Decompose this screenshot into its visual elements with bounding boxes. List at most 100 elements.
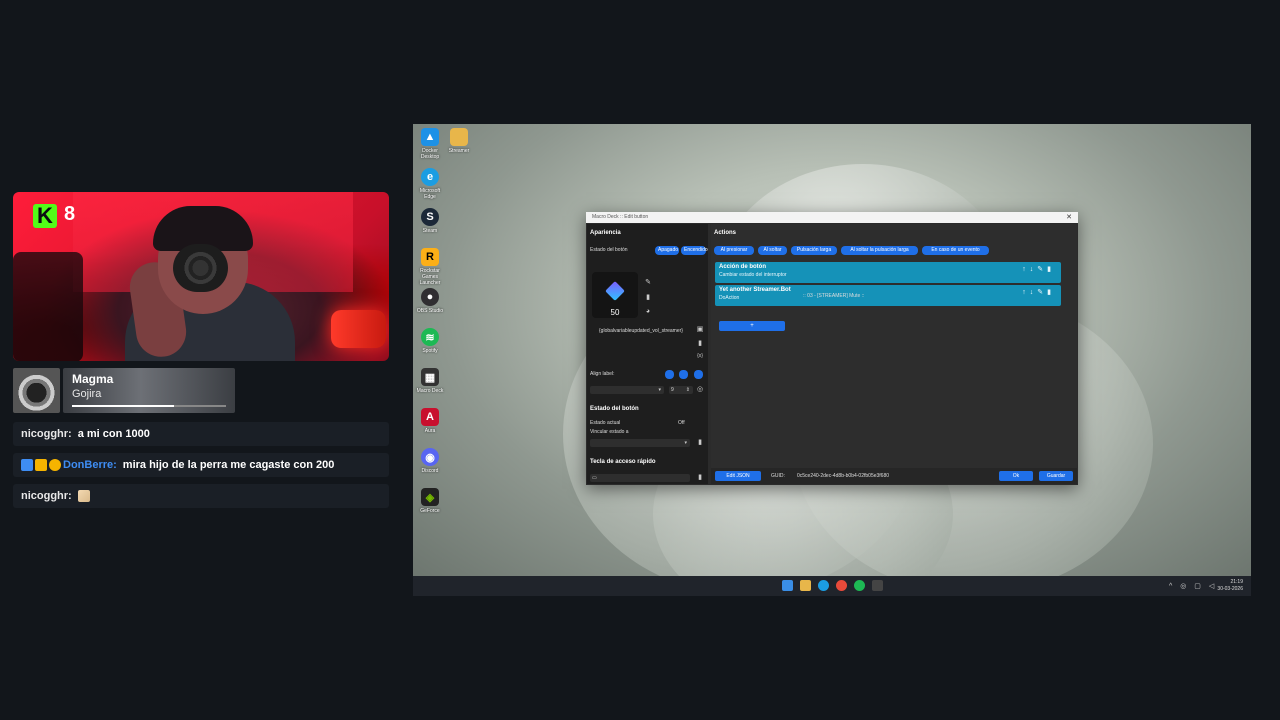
streamerbot-icon bbox=[605, 281, 625, 301]
link-state-select[interactable]: ▾ bbox=[590, 439, 690, 447]
desktop-icon-obs[interactable]: ● OBS Studio bbox=[415, 288, 445, 314]
move-up-icon[interactable]: ↑ bbox=[1022, 266, 1030, 273]
edge-icon[interactable] bbox=[818, 580, 829, 591]
action-subtitle: Cambiar estado del interruptor bbox=[719, 272, 787, 278]
clock[interactable]: 21:19 30-03-2026 bbox=[1217, 579, 1243, 593]
chat-username: nicogghr: bbox=[21, 428, 72, 440]
chat-username: DonBerre: bbox=[63, 459, 117, 471]
button-icon-preview[interactable]: 50 bbox=[592, 272, 638, 318]
edit-icon[interactable]: ✎ bbox=[1037, 289, 1047, 296]
edit-json-button[interactable]: Edit JSON bbox=[715, 471, 761, 481]
align-center-button[interactable] bbox=[679, 370, 688, 379]
action-subtitle: DoAction bbox=[719, 295, 740, 301]
nvidia-icon: ◈ bbox=[421, 488, 439, 506]
desktop-icon-rockstar[interactable]: R Rockstar Games Launcher bbox=[415, 248, 445, 286]
move-up-icon[interactable]: ↑ bbox=[1022, 289, 1030, 296]
desktop-icon-streamer-folder[interactable]: Streamer bbox=[444, 128, 474, 154]
palette-icon[interactable]: ◕ bbox=[643, 308, 653, 315]
chat-message: DonBerre: mira hijo de la perra me cagas… bbox=[13, 453, 389, 477]
edit-icon[interactable]: ✎ bbox=[1037, 266, 1047, 273]
chat-text: a mi con 1000 bbox=[77, 428, 150, 440]
desktop-icon-aura[interactable]: A Aura bbox=[415, 408, 445, 434]
color-picker-icon[interactable]: ◎ bbox=[695, 385, 705, 393]
actions-panel: Actions Al presionar Al soltar Pulsación… bbox=[711, 224, 1077, 484]
viewer-count: 8 bbox=[64, 203, 76, 225]
button-state-title: Estado del botón bbox=[590, 406, 639, 412]
crown-badge-icon bbox=[35, 459, 47, 471]
desktop-icon-discord[interactable]: ◉ Discord bbox=[415, 448, 445, 474]
edit-button-dialog: Macro Deck :: Edit button ✕ Apariencia E… bbox=[586, 212, 1078, 485]
tab-long-press-release[interactable]: Al soltar la pulsación larga bbox=[841, 246, 918, 255]
dialog-footer: Edit JSON GUID: 0c5ce240-2dec-4d8b-b0b4-… bbox=[711, 468, 1077, 484]
desktop-icon-geforce[interactable]: ◈ GeForce bbox=[415, 488, 445, 514]
desktop-icon-docker[interactable]: ▲ Docker Desktop bbox=[415, 128, 445, 160]
desktop-icon-macrodeck[interactable]: ▦ Macro Deck bbox=[415, 368, 445, 394]
now-playing-card: Magma Gojira bbox=[63, 368, 235, 413]
chrome-icon[interactable] bbox=[836, 580, 847, 591]
pencil-icon[interactable]: ✎ bbox=[643, 278, 653, 286]
trash-icon[interactable]: ▮ bbox=[643, 293, 653, 301]
align-bottom-button[interactable] bbox=[694, 370, 703, 379]
macrodeck-icon: ▦ bbox=[421, 368, 439, 386]
guid-value: 0c5ce240-2dec-4d8b-b0b4-02fb05e3f680 bbox=[797, 473, 890, 479]
font-size-stepper[interactable]: 9 ⇕ bbox=[669, 386, 693, 394]
ok-button[interactable]: Ok bbox=[999, 471, 1033, 481]
chat-message: nicogghr: a mi con 1000 bbox=[13, 422, 389, 446]
chat-username: nicogghr: bbox=[21, 490, 72, 502]
save-button[interactable]: Guardar bbox=[1039, 471, 1073, 481]
action-item[interactable]: Yet another Streamer.Bot DoAction :: 03 … bbox=[715, 285, 1061, 306]
guid-label: GUID: bbox=[771, 473, 785, 479]
variable-icon[interactable]: {x} bbox=[695, 353, 705, 359]
tab-on-event[interactable]: En caso de un evento bbox=[922, 246, 989, 255]
song-progress bbox=[72, 405, 226, 407]
align-top-button[interactable] bbox=[665, 370, 674, 379]
spotify-icon: ≋ bbox=[421, 328, 439, 346]
current-state-value: Off bbox=[678, 420, 685, 426]
tab-on-release[interactable]: Al soltar bbox=[758, 246, 787, 255]
spotify-icon[interactable] bbox=[854, 580, 865, 591]
song-title: Magma bbox=[72, 372, 114, 386]
add-action-button[interactable]: + bbox=[719, 321, 785, 331]
action-title: Acción de botón bbox=[719, 264, 766, 270]
insert-icon[interactable]: ▣ bbox=[695, 325, 705, 333]
preview-label: 50 bbox=[610, 308, 620, 317]
trash-icon[interactable]: ▮ bbox=[695, 473, 705, 481]
button-state-label: Estado del botón bbox=[590, 247, 628, 253]
obs-icon: ● bbox=[421, 288, 439, 306]
action-item[interactable]: Acción de botón Cambiar estado del inter… bbox=[715, 262, 1061, 283]
trash-icon[interactable]: ▮ bbox=[695, 438, 705, 446]
system-tray[interactable]: ^ ◎ ▢ ◁ bbox=[1169, 582, 1217, 590]
desktop-icon-edge[interactable]: e Microsoft Edge bbox=[415, 168, 445, 200]
discord-icon: ◉ bbox=[421, 448, 439, 466]
font-select[interactable]: ▾ bbox=[590, 386, 664, 394]
action-detail: :: 03 - [STREAMER] Mute :: bbox=[803, 293, 865, 299]
sub-badge-icon bbox=[49, 459, 61, 471]
file-explorer-icon[interactable] bbox=[800, 580, 811, 591]
edge-icon: e bbox=[421, 168, 439, 186]
off-state-button[interactable]: Apagado bbox=[655, 246, 679, 255]
tab-on-press[interactable]: Al presionar bbox=[714, 246, 754, 255]
docker-icon: ▲ bbox=[421, 128, 439, 146]
tab-long-press[interactable]: Pulsación larga bbox=[791, 246, 837, 255]
close-icon[interactable]: ✕ bbox=[1066, 212, 1072, 223]
desktop-icon-spotify[interactable]: ≋ Spotify bbox=[415, 328, 445, 354]
macrodeck-icon[interactable] bbox=[872, 580, 883, 591]
appearance-panel: Apariencia Estado del botón Apagado Ence… bbox=[587, 224, 708, 484]
label-variable-text[interactable]: {globalvariableupdated_vol_streamer} bbox=[595, 328, 687, 335]
keyboard-icon: ▭ bbox=[592, 475, 597, 481]
trash-icon[interactable]: ▮ bbox=[1047, 266, 1055, 273]
current-state-label: Estado actual bbox=[590, 420, 621, 426]
action-title: Yet another Streamer.Bot bbox=[719, 287, 791, 293]
trash-icon[interactable]: ▮ bbox=[695, 339, 705, 347]
emote-icon bbox=[77, 490, 90, 502]
window-title: Macro Deck :: Edit button bbox=[592, 214, 649, 220]
start-menu-icon[interactable] bbox=[782, 580, 793, 591]
gaming-chair bbox=[13, 252, 83, 361]
chat-message: nicogghr: bbox=[13, 484, 389, 508]
on-state-button[interactable]: Encendido bbox=[681, 246, 708, 255]
desktop-icon-steam[interactable]: S Steam bbox=[415, 208, 445, 234]
trash-icon[interactable]: ▮ bbox=[1047, 289, 1055, 296]
rockstar-icon: R bbox=[421, 248, 439, 266]
hotkey-input[interactable]: ▭ bbox=[590, 474, 690, 482]
album-art bbox=[13, 368, 60, 413]
